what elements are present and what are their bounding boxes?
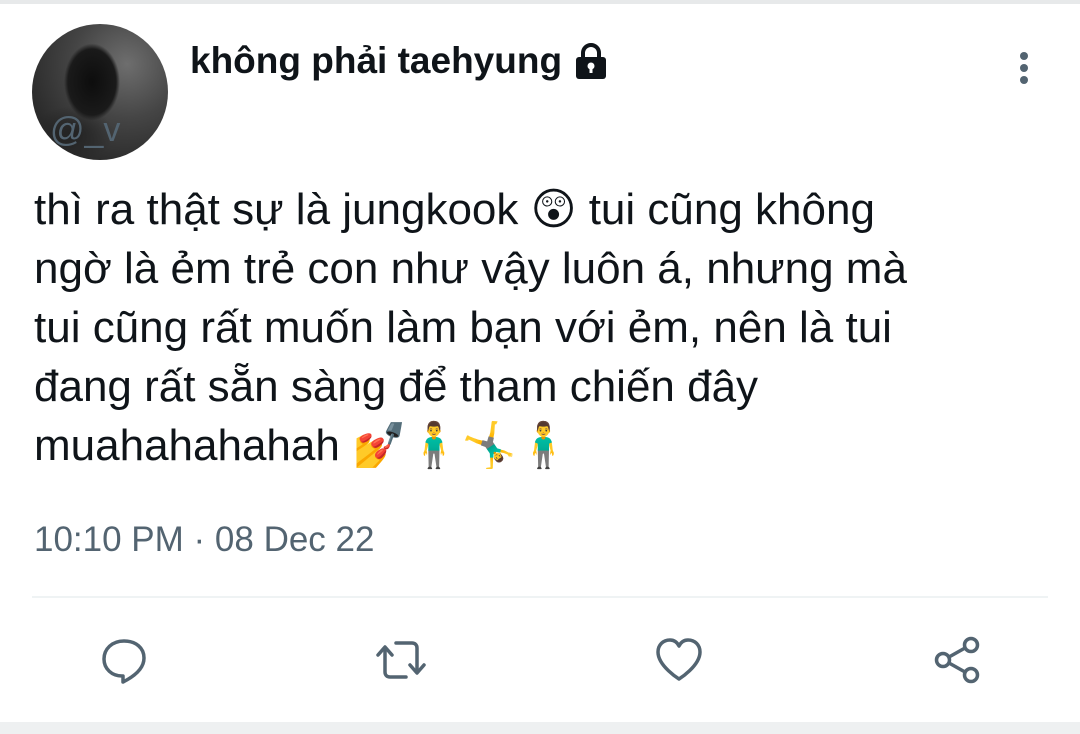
share-button[interactable] <box>929 632 985 688</box>
tweet-text-line: tui cũng rất muốn làm bạn với ẻm, nên là… <box>34 303 892 352</box>
tweet-timestamp[interactable]: 10:10 PM · 08 Dec 22 <box>34 520 374 560</box>
more-options-icon[interactable] <box>1006 48 1042 88</box>
tweet-text-line: thì ra thật sự là jungkook 😲 tui cũng kh… <box>34 185 875 234</box>
bottom-border <box>0 722 1080 734</box>
top-border <box>0 0 1080 4</box>
share-icon <box>934 636 980 684</box>
author-display-name[interactable]: không phải taehyung <box>190 40 562 82</box>
reply-button[interactable] <box>96 632 152 688</box>
retweet-icon <box>376 641 426 679</box>
lock-icon <box>572 41 610 81</box>
author-name-row[interactable]: không phải taehyung <box>190 40 610 82</box>
retweet-button[interactable] <box>373 632 429 688</box>
divider <box>32 596 1048 598</box>
author-handle[interactable]: @_v <box>50 111 120 150</box>
reply-icon <box>102 639 146 684</box>
tweet-text: thì ra thật sự là jungkook 😲 tui cũng kh… <box>34 180 1054 475</box>
tweet-text-line: muahahahahah 💅🧍‍♂️🤸‍♂️🧍‍♂️ <box>34 421 572 470</box>
tweet-text-line: ngờ là ẻm trẻ con như vậy luôn á, nhưng … <box>34 244 907 293</box>
heart-icon <box>656 638 702 681</box>
tweet-text-line: đang rất sẵn sàng để tham chiến đây <box>34 362 759 411</box>
like-button[interactable] <box>651 632 707 688</box>
